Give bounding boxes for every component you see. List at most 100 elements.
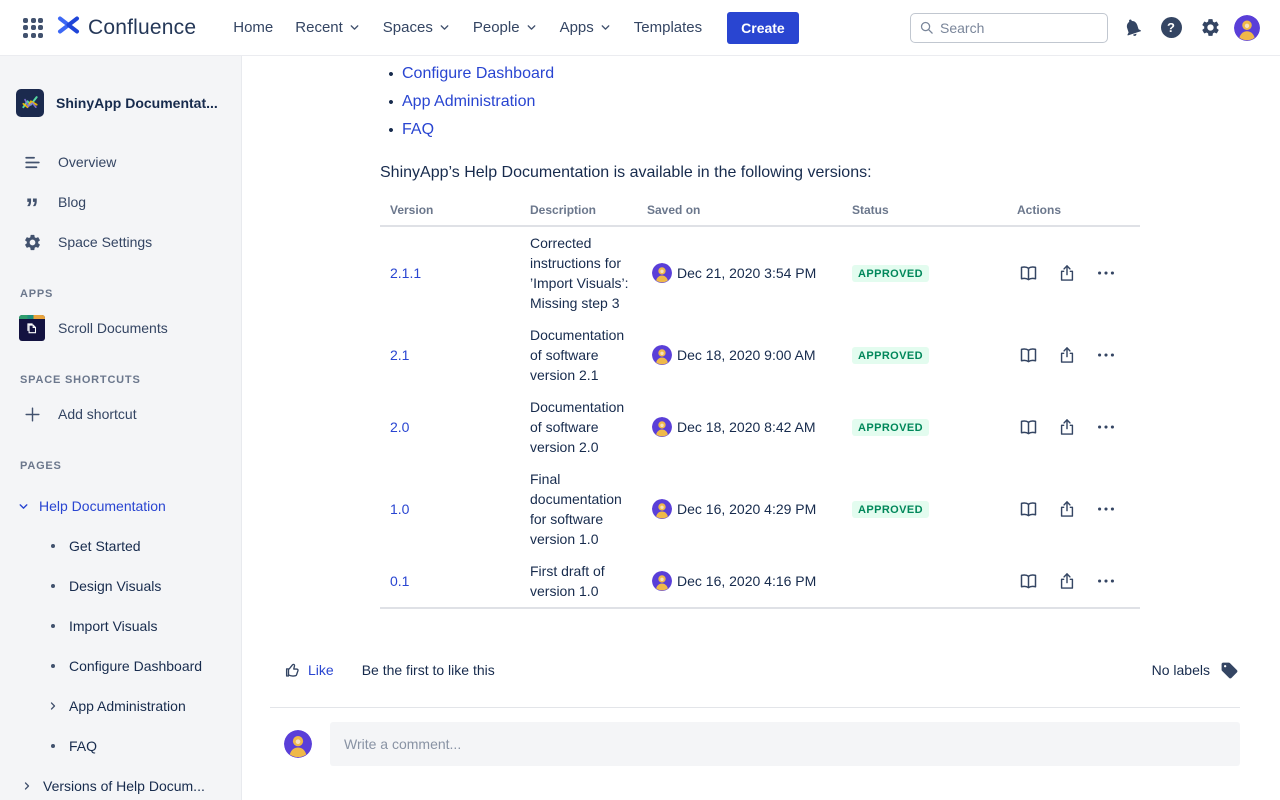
create-button[interactable]: Create (727, 12, 799, 44)
read-view-button[interactable] (1017, 416, 1039, 438)
version-link[interactable]: 0.1 (390, 573, 409, 589)
notifications-button[interactable] (1117, 13, 1147, 43)
top-navigation: Confluence Home Recent Spaces People App… (0, 0, 1280, 56)
gear-icon (20, 233, 44, 252)
shortcuts-section-header: SPACE SHORTCUTS (0, 374, 241, 386)
column-header-actions: Actions (1005, 203, 1140, 217)
read-view-button[interactable] (1017, 570, 1039, 592)
bullet-marker (46, 544, 60, 548)
read-view-button[interactable] (1017, 344, 1039, 366)
version-link[interactable]: 2.1.1 (390, 265, 421, 281)
chevron-right-icon[interactable] (46, 700, 60, 712)
page-content: • Configure Dashboard • App Administrati… (242, 56, 1280, 800)
page-tree-import-visuals[interactable]: Import Visuals (0, 606, 241, 646)
more-actions-button[interactable] (1095, 262, 1117, 284)
sidebar-item-overview[interactable]: Overview (0, 142, 241, 182)
toc-link-configure-dashboard[interactable]: Configure Dashboard (402, 65, 554, 83)
overview-icon (20, 153, 44, 172)
confluence-logo-icon (56, 13, 81, 42)
add-shortcut-button[interactable]: Add shortcut (0, 394, 241, 434)
status-badge: APPROVED (852, 419, 929, 436)
space-name: ShinyApp Documentat... (56, 95, 218, 111)
nav-people[interactable]: People (462, 0, 549, 56)
page-tree-faq[interactable]: FAQ (0, 726, 241, 766)
page-tree-help-documentation[interactable]: Help Documentation (0, 486, 241, 526)
page-tree-configure-dashboard[interactable]: Configure Dashboard (0, 646, 241, 686)
version-link[interactable]: 2.0 (390, 419, 409, 435)
column-header-description: Description (520, 203, 635, 217)
version-link[interactable]: 1.0 (390, 501, 409, 517)
table-row: 2.0 Documentation of software version 2.… (380, 391, 1140, 463)
column-header-version: Version (380, 203, 520, 217)
export-button[interactable] (1056, 498, 1078, 520)
table-header-row: Version Description Saved on Status Acti… (380, 197, 1140, 227)
saved-by-avatar[interactable] (652, 417, 672, 437)
saved-by-avatar[interactable] (652, 571, 672, 591)
page-tree-design-visuals[interactable]: Design Visuals (0, 566, 241, 606)
toc-link-app-administration[interactable]: App Administration (402, 93, 535, 111)
column-header-saved-on: Saved on (635, 203, 845, 217)
nav-home[interactable]: Home (222, 0, 284, 56)
nav-templates[interactable]: Templates (623, 0, 713, 56)
space-header[interactable]: ShinyApp Documentat... (0, 88, 241, 118)
like-hint-text: Be the first to like this (362, 662, 495, 678)
version-link[interactable]: 2.1 (390, 347, 409, 363)
page-tree-app-administration[interactable]: App Administration (0, 686, 241, 726)
more-actions-button[interactable] (1095, 498, 1117, 520)
intro-text: ShinyApp’s Help Documentation is availab… (380, 164, 1142, 182)
nav-spaces[interactable]: Spaces (372, 0, 462, 56)
export-button[interactable] (1056, 262, 1078, 284)
user-avatar[interactable] (1234, 15, 1260, 41)
export-button[interactable] (1056, 570, 1078, 592)
versions-table: Version Description Saved on Status Acti… (380, 197, 1140, 609)
nav-recent[interactable]: Recent (284, 0, 372, 56)
export-button[interactable] (1056, 344, 1078, 366)
chevron-down-icon[interactable] (16, 500, 30, 513)
search-box[interactable] (910, 13, 1108, 43)
read-view-button[interactable] (1017, 262, 1039, 284)
comment-input[interactable] (330, 722, 1240, 766)
sidebar-item-scroll-documents[interactable]: Scroll Documents (0, 308, 241, 348)
more-actions-button[interactable] (1095, 344, 1117, 366)
settings-button[interactable] (1195, 13, 1225, 43)
page-footer-actions: Like Be the first to like this No labels (270, 659, 1240, 681)
saved-by-avatar[interactable] (652, 499, 672, 519)
toc-link-faq[interactable]: FAQ (402, 121, 434, 139)
export-button[interactable] (1056, 416, 1078, 438)
table-row: 1.0 Final documentation for software ver… (380, 463, 1140, 555)
saved-on-date: Dec 18, 2020 8:42 AM (677, 419, 816, 435)
chevron-right-icon[interactable] (20, 780, 34, 792)
bell-icon (1119, 14, 1145, 40)
like-button[interactable]: Like (284, 661, 334, 679)
more-actions-button[interactable] (1095, 416, 1117, 438)
saved-on-date: Dec 18, 2020 9:00 AM (677, 347, 816, 363)
labels-text: No labels (1152, 662, 1210, 678)
saved-on-date: Dec 16, 2020 4:29 PM (677, 501, 816, 517)
saved-by-avatar[interactable] (652, 263, 672, 283)
labels-area: No labels (1152, 659, 1240, 681)
bullet-marker: • (380, 122, 402, 139)
bullet-marker: • (380, 66, 402, 83)
chevron-down-icon (525, 21, 538, 34)
current-user-avatar (284, 730, 312, 758)
gear-icon (1200, 17, 1221, 38)
page-tree-get-started[interactable]: Get Started (0, 526, 241, 566)
app-switcher-icon[interactable] (20, 15, 46, 41)
saved-by-avatar[interactable] (652, 345, 672, 365)
table-row: 2.1.1 Corrected instructions for ’Import… (380, 227, 1140, 319)
sidebar-item-blog[interactable]: ” Blog (0, 182, 241, 222)
version-description: First draft of version 1.0 (520, 561, 635, 601)
help-button[interactable]: ? (1156, 13, 1186, 43)
space-sidebar: ShinyApp Documentat... Overview ” Blog S… (0, 56, 242, 800)
more-actions-button[interactable] (1095, 570, 1117, 592)
confluence-logo[interactable]: Confluence (56, 13, 196, 42)
read-view-button[interactable] (1017, 498, 1039, 520)
tag-icon[interactable] (1218, 659, 1240, 681)
nav-apps[interactable]: Apps (549, 0, 623, 56)
bullet-marker (46, 744, 60, 748)
thumbs-up-icon (284, 661, 302, 679)
saved-on-date: Dec 21, 2020 3:54 PM (677, 265, 816, 281)
sidebar-item-space-settings[interactable]: Space Settings (0, 222, 241, 262)
search-input[interactable] (940, 20, 1090, 36)
page-tree-versions-of-help-documentation[interactable]: Versions of Help Docum... (0, 766, 241, 800)
